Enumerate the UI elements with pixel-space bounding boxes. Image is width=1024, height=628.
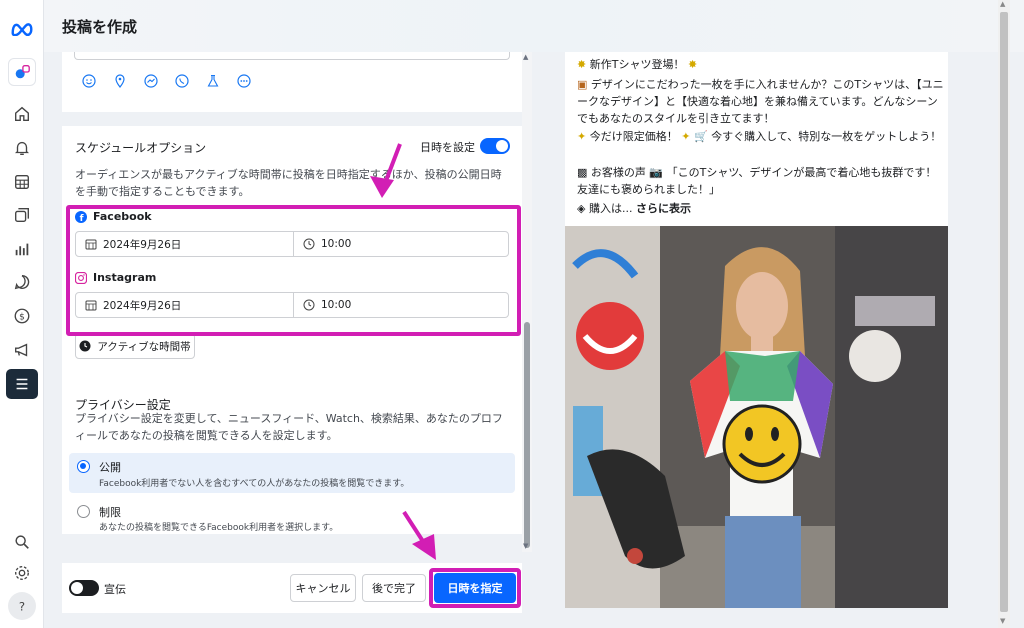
schedule-description: オーディエンスが最もアクティブな時間帯に投稿を日時指定するほか、投稿の公開日時を… [75, 168, 502, 198]
settings-scrollbar[interactable]: ▲ ▼ [522, 52, 532, 552]
radio-restricted[interactable] [77, 505, 90, 518]
annotation-highlight-dates [66, 205, 521, 336]
cancel-button[interactable]: キャンセル [290, 574, 356, 602]
annotation-arrow-top [370, 143, 402, 198]
megaphone-icon[interactable] [8, 336, 36, 364]
help-icon[interactable]: ? [8, 592, 36, 620]
post-image [565, 226, 948, 608]
more-options-icon[interactable] [237, 74, 251, 88]
meta-logo[interactable] [8, 14, 36, 42]
page-avatar[interactable] [8, 58, 36, 86]
header-bar [44, 0, 1024, 52]
page-title: 投稿を作成 [62, 18, 138, 36]
bell-icon[interactable] [8, 134, 36, 162]
schedule-toggle[interactable] [480, 138, 510, 154]
dollar-icon[interactable]: $ [8, 302, 36, 330]
preview-line-4: ▩ お客様の声 📷 「このTシャツ、デザインが最高で着心地も抜群です！友達にも褒… [577, 166, 937, 196]
layers-icon[interactable] [8, 201, 36, 229]
schedule-toggle-label: 日時を設定 [420, 141, 475, 154]
clock-filled-icon [79, 340, 91, 352]
gear-icon[interactable] [8, 559, 36, 587]
finish-later-button[interactable]: 後で完了 [362, 574, 426, 602]
menu-icon[interactable] [6, 369, 38, 399]
bar-chart-icon[interactable] [8, 235, 36, 263]
composer-card [62, 52, 522, 112]
home-icon[interactable] [8, 100, 36, 128]
window-scroll-up[interactable]: ▲ [1000, 0, 1005, 8]
location-pin-icon[interactable] [113, 74, 127, 88]
privacy-public-label: 公開 [99, 461, 121, 474]
privacy-restricted-label: 制限 [99, 506, 121, 519]
privacy-restricted-sub: あなたの投稿を閲覧できるFacebook利用者を選択します。 [99, 523, 339, 533]
see-more-link[interactable]: さらに表示 [636, 202, 691, 215]
active-times-button[interactable]: アクティブな時間帯 [75, 333, 195, 359]
chat-icon[interactable] [8, 268, 36, 296]
composer-tools [82, 74, 251, 88]
schedule-title: スケジュールオプション [75, 141, 207, 155]
boost-toggle[interactable] [69, 580, 99, 596]
search-icon[interactable] [8, 528, 36, 556]
preview-line-2: ▣ デザインにこだわった一枚を手に入れませんか？このTシャツは、【ユニークなデザ… [577, 78, 944, 125]
privacy-option-public[interactable]: 公開 Facebook利用者でない人を含むすべての人があなたの投稿を閲覧できます… [69, 453, 515, 493]
emoji-icon[interactable] [82, 74, 96, 88]
preview-line-1: ✸ 新作Tシャツ登場！ ✸ [577, 58, 698, 71]
composer-textbox[interactable] [74, 52, 510, 60]
window-scrollbar[interactable]: ▲ ▼ [998, 0, 1010, 628]
privacy-option-restricted[interactable]: 制限 あなたの投稿を閲覧できるFacebook利用者を選択します。 [69, 498, 515, 534]
window-scroll-down[interactable]: ▼ [1000, 617, 1005, 625]
preview-line-3: ✦ 今だけ限定価格！ ✦ 🛒 今すぐ購入して、特別な一枚をゲットしよう！ [577, 130, 942, 143]
preview-line-5: ◈ 購入は... さらに表示 [577, 202, 691, 215]
privacy-description: プライバシー設定を変更して、ニュースフィード、Watch、検索結果、あなたのプロ… [75, 412, 503, 442]
scroll-down-arrow[interactable]: ▼ [523, 542, 528, 550]
schedule-button[interactable]: 日時を指定 [434, 573, 516, 603]
scroll-up-arrow[interactable]: ▲ [523, 53, 528, 61]
svg-text:?: ? [19, 600, 25, 614]
privacy-public-sub: Facebook利用者でない人を含むすべての人があなたの投稿を閲覧できます。 [99, 479, 410, 489]
messenger-icon[interactable] [144, 74, 158, 88]
svg-text:$: $ [19, 313, 25, 323]
radio-public[interactable] [77, 460, 90, 473]
privacy-card: プライバシー設定 プライバシー設定を変更して、ニュースフィード、Watch、検索… [62, 384, 522, 534]
calendar-grid-icon[interactable] [8, 168, 36, 196]
annotation-arrow-bottom [402, 510, 436, 560]
flask-icon[interactable] [206, 74, 220, 88]
settings-scrollbar-thumb[interactable] [524, 322, 530, 548]
boost-label: 宣伝 [104, 583, 126, 596]
window-scrollbar-thumb[interactable] [1000, 12, 1008, 612]
left-navigation-rail: $ ? [0, 0, 44, 628]
whatsapp-icon[interactable] [175, 74, 189, 88]
